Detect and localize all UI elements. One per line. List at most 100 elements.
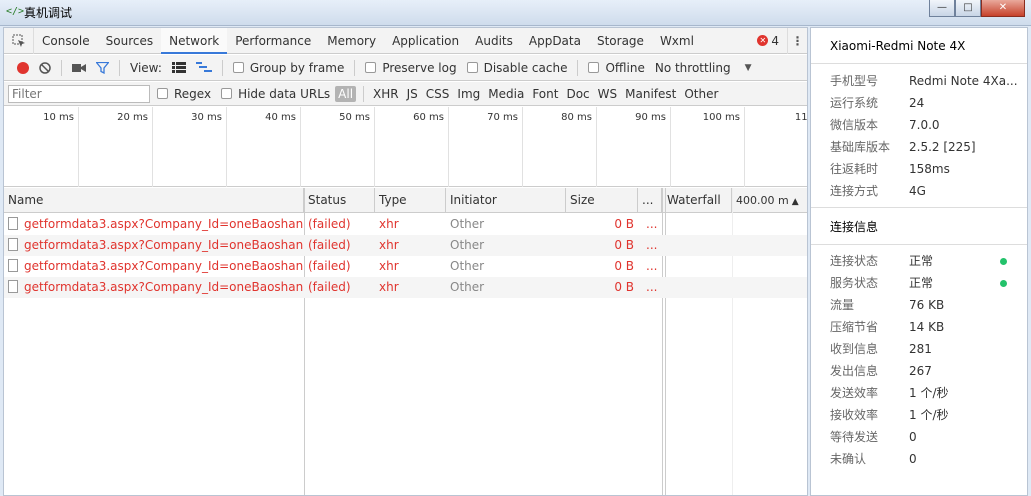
info-value: 158ms <box>909 162 950 176</box>
request-initiator: Other <box>450 217 485 231</box>
info-key: 往返耗时 <box>830 162 879 176</box>
tab-wxml[interactable]: Wxml <box>652 28 702 54</box>
preserve-log-checkbox[interactable]: Preserve log <box>360 55 461 81</box>
camera-icon <box>72 63 86 72</box>
maximize-button[interactable]: □ <box>955 0 981 17</box>
overview-button[interactable] <box>191 55 217 81</box>
inspect-element-icon[interactable] <box>4 28 34 54</box>
minimize-button[interactable]: — <box>929 0 955 17</box>
tab-performance[interactable]: Performance <box>227 28 319 54</box>
checkbox-icon <box>157 88 168 99</box>
group-by-frame-label: Group by frame <box>249 60 345 75</box>
throttling-select[interactable]: No throttling ▼ <box>650 55 757 81</box>
info-key: 连接方式 <box>830 184 879 198</box>
column-more[interactable]: ... <box>638 188 662 213</box>
regex-checkbox[interactable]: Regex <box>152 81 216 107</box>
timeline-overview[interactable]: 10 ms 20 ms 30 ms 40 ms 50 ms 60 ms 70 ms 80 ms… <box>4 107 807 187</box>
device-name: Xiaomi-Redmi Note 4X <box>811 28 1027 64</box>
column-waterfall[interactable]: Waterfall <box>662 188 732 213</box>
timeline-tick-label: 60 ms <box>413 112 444 123</box>
tab-network[interactable]: Network <box>161 28 228 54</box>
error-counter[interactable]: ✕ 4 <box>757 34 787 48</box>
request-status: (failed) <box>308 217 351 231</box>
filter-toggle[interactable] <box>91 55 114 81</box>
hide-data-urls-label: Hide data URLs <box>238 86 331 101</box>
tab-storage[interactable]: Storage <box>589 28 652 54</box>
filter-type-xhr[interactable]: XHR <box>369 87 403 101</box>
separator <box>577 59 579 76</box>
timeline-gridline <box>744 107 745 187</box>
table-row[interactable]: getformdata3.aspx?Company_Id=oneBaoshan&… <box>4 256 807 277</box>
hide-data-urls-checkbox[interactable]: Hide data URLs <box>216 81 335 107</box>
filter-type-img[interactable]: Img <box>453 87 484 101</box>
separator <box>363 85 365 102</box>
network-toolbar: View: Group by frame Preserve log Disabl… <box>4 55 807 81</box>
status-ok-icon <box>1000 258 1007 265</box>
disable-cache-checkbox[interactable]: Disable cache <box>462 55 573 81</box>
column-size[interactable]: Size <box>566 188 638 213</box>
timeline-gridline <box>670 107 671 187</box>
info-key: 发送效率 <box>830 386 879 400</box>
column-status[interactable]: Status <box>304 188 375 213</box>
table-row[interactable]: getformdata3.aspx?Company_Id=oneBaoshan&… <box>4 235 807 256</box>
checkbox-icon <box>365 62 377 73</box>
sort-up-icon: ▲ <box>791 197 799 207</box>
tab-console[interactable]: Console <box>34 28 98 54</box>
more-options-icon[interactable]: ⋮ <box>787 28 807 54</box>
timeline-gridline <box>374 107 375 187</box>
timeline-tick-label: 50 ms <box>339 112 370 123</box>
error-icon: ✕ <box>757 35 769 46</box>
tab-appdata[interactable]: AppData <box>521 28 589 54</box>
filter-type-doc[interactable]: Doc <box>562 87 593 101</box>
info-value: 7.0.0 <box>909 118 940 132</box>
status-ok-icon <box>1000 280 1007 287</box>
tab-bar: Console Sources Network Performance Memory Ap… <box>4 28 807 54</box>
info-value: 76 KB <box>909 298 945 312</box>
tab-memory[interactable]: Memory <box>319 28 384 54</box>
connection-info-row: 发送效率 1 个/秒 <box>811 382 1027 404</box>
table-row[interactable]: getformdata3.aspx?Company_Id=oneBaoshan&… <box>4 277 807 298</box>
connection-section-title: 连接信息 <box>811 207 1027 245</box>
device-panel: Xiaomi-Redmi Note 4X 手机型号 Redmi Note 4Xa.… <box>810 27 1028 496</box>
timeline-gridline <box>78 107 79 187</box>
filter-type-all[interactable]: All <box>335 85 357 102</box>
large-rows-button[interactable] <box>167 55 191 81</box>
request-status: (failed) <box>308 280 351 294</box>
filter-type-font[interactable]: Font <box>528 87 562 101</box>
connection-info-row: 流量 76 KB <box>811 294 1027 316</box>
column-name[interactable]: Name <box>4 188 304 213</box>
devtools-panel: Console Sources Network Performance Memory Ap… <box>3 27 808 496</box>
info-key: 接收效率 <box>830 408 879 422</box>
close-button[interactable]: ✕ <box>981 0 1025 17</box>
column-type[interactable]: Type <box>375 188 446 213</box>
info-key: 基础库版本 <box>830 140 891 154</box>
info-key: 流量 <box>830 298 855 312</box>
group-by-frame-checkbox[interactable]: Group by frame <box>228 55 349 81</box>
table-row[interactable]: getformdata3.aspx?Company_Id=oneBaoshan&… <box>4 214 807 235</box>
request-size: 0 B <box>614 280 634 294</box>
clear-button[interactable] <box>34 55 56 81</box>
offline-checkbox[interactable]: Offline <box>583 55 649 81</box>
info-value: 正常 <box>909 276 934 290</box>
tab-audits[interactable]: Audits <box>467 28 521 54</box>
column-time[interactable]: 400.00 m ▲ <box>732 188 807 213</box>
table-header: Name Status Type Initiator Size ... Wate… <box>4 188 807 213</box>
record-button[interactable] <box>12 55 34 81</box>
window-title: 真机调试 <box>24 6 73 20</box>
filter-type-manifest[interactable]: Manifest <box>621 87 680 101</box>
tab-sources[interactable]: Sources <box>98 28 161 54</box>
filter-input[interactable] <box>8 84 150 103</box>
column-initiator[interactable]: Initiator <box>446 188 566 213</box>
filter-bar: Regex Hide data URLs All XHRJSCSSImgMedia… <box>4 82 807 106</box>
filter-type-css[interactable]: CSS <box>422 87 454 101</box>
filter-type-other[interactable]: Other <box>680 87 722 101</box>
screenshot-button[interactable] <box>67 55 91 81</box>
filter-type-media[interactable]: Media <box>484 87 528 101</box>
connection-info-row: 接收效率 1 个/秒 <box>811 404 1027 426</box>
timeline-tick-label: 40 ms <box>265 112 296 123</box>
info-value: 正常 <box>909 254 934 268</box>
tab-application[interactable]: Application <box>384 28 467 54</box>
filter-type-js[interactable]: JS <box>403 87 422 101</box>
filter-type-ws[interactable]: WS <box>594 87 621 101</box>
info-value: 267 <box>909 364 932 378</box>
